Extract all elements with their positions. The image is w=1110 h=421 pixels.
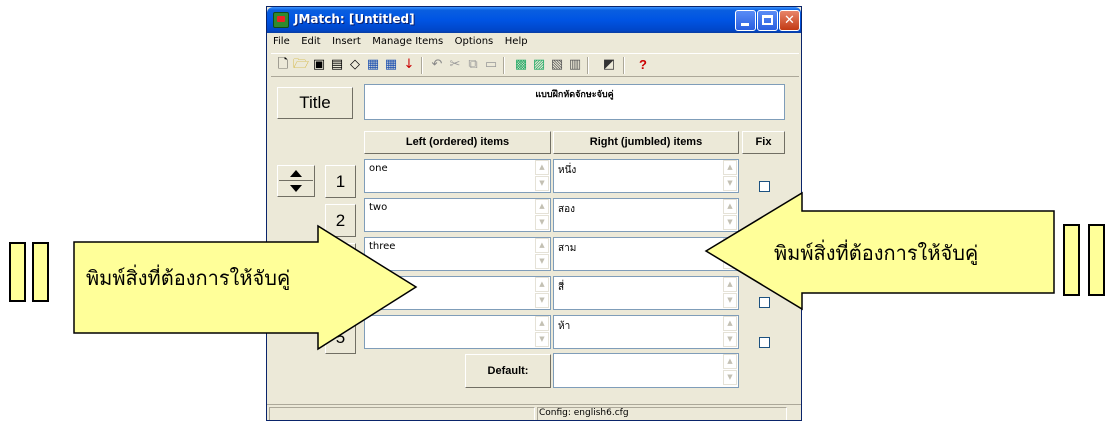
- window-title: JMatch: [Untitled]: [294, 12, 415, 26]
- right-item-field[interactable]: หนึ่ง ▲ ▼: [553, 159, 739, 193]
- field-scrollbar[interactable]: ▲▼: [534, 238, 550, 270]
- open-folder-icon[interactable]: 🗁: [293, 57, 309, 73]
- field-scrollbar[interactable]: ▲▼: [722, 354, 738, 386]
- cut-icon[interactable]: ✂: [447, 57, 463, 73]
- save-icon[interactable]: ▣: [311, 57, 327, 73]
- menu-help[interactable]: Help: [501, 34, 532, 47]
- toolbar-separator: [623, 57, 625, 74]
- right-item-text: สาม: [558, 243, 577, 254]
- item-scroll-control[interactable]: [277, 165, 315, 197]
- right-item-text: สอง: [558, 204, 575, 215]
- row-number-1[interactable]: 1: [325, 165, 356, 198]
- menu-insert[interactable]: Insert: [328, 34, 365, 47]
- move-down-icon[interactable]: ↓: [401, 57, 417, 73]
- eraser-icon[interactable]: ◇: [347, 57, 363, 73]
- right-item-text: หนึ่ง: [558, 165, 577, 176]
- field-scrollbar[interactable]: ▲▼: [534, 199, 550, 231]
- menu-file[interactable]: File: [267, 34, 294, 47]
- decorative-bar: [1063, 224, 1080, 296]
- scroll-up-icon[interactable]: [290, 170, 302, 177]
- field-scrollbar[interactable]: ▲▼: [534, 277, 550, 309]
- left-item-field[interactable]: one ▲ ▼: [364, 159, 551, 193]
- menu-bar: File Edit Insert Manage Items Options He…: [267, 34, 801, 52]
- minimize-button[interactable]: [735, 10, 756, 31]
- default-label[interactable]: Default:: [465, 354, 551, 388]
- left-callout-arrow: พิมพ์สิ่งที่ต้องการให้จับคู่: [72, 224, 420, 354]
- app-icon: [273, 12, 289, 28]
- toolbar-separator: [421, 57, 423, 74]
- fix-checkbox[interactable]: [759, 337, 770, 348]
- field-scrollbar[interactable]: ▲▼: [534, 160, 550, 192]
- minimize-icon: [741, 23, 749, 26]
- right-callout-arrow: พิมพ์สิ่งที่ต้องการให้จับคู่: [704, 191, 1068, 311]
- decorative-bar: [9, 242, 26, 302]
- toolbar: 🗋 🗁 ▣ ▤ ◇ ▦ ▦ ↓ ↶ ✂ ⧉ ▭ ▩ ▨ ▧ ▥ ◩ ?: [271, 53, 799, 77]
- maximize-icon: [762, 15, 773, 25]
- fix-header: Fix: [742, 131, 785, 154]
- field-scrollbar[interactable]: ▲▼: [534, 316, 550, 348]
- paste-icon[interactable]: ▭: [483, 57, 499, 73]
- export-file-icon[interactable]: ▨: [531, 57, 547, 73]
- toolbar-separator: [587, 57, 589, 74]
- menu-manage-items[interactable]: Manage Items: [368, 34, 447, 47]
- config-icon[interactable]: ◩: [601, 57, 617, 73]
- left-items-header: Left (ordered) items: [364, 131, 551, 154]
- copy-icon[interactable]: ⧉: [465, 57, 481, 73]
- title-bar[interactable]: JMatch: [Untitled] ✕: [267, 7, 801, 33]
- add-items-icon[interactable]: ▦: [365, 57, 381, 73]
- right-items-header: Right (jumbled) items: [553, 131, 739, 154]
- save-as-icon[interactable]: ▤: [329, 57, 345, 73]
- scroll-down-icon[interactable]: [290, 185, 302, 192]
- field-scrollbar[interactable]: ▲▼: [722, 160, 738, 192]
- config-status: Config: english6.cfg: [539, 408, 629, 418]
- decorative-bar: [1088, 224, 1105, 296]
- title-button[interactable]: Title: [277, 87, 353, 119]
- right-item-text: สี่: [558, 282, 565, 293]
- toolbar-separator: [503, 57, 505, 74]
- export-web-icon[interactable]: ▩: [513, 57, 529, 73]
- new-file-icon[interactable]: 🗋: [275, 57, 291, 73]
- maximize-button[interactable]: [757, 10, 778, 31]
- menu-options[interactable]: Options: [451, 34, 498, 47]
- status-bar: Config: english6.cfg: [267, 404, 801, 420]
- field-scrollbar[interactable]: ▲▼: [722, 316, 738, 348]
- right-item-field[interactable]: ห้า ▲ ▼: [553, 315, 739, 349]
- left-item-text: one: [369, 163, 388, 174]
- close-button[interactable]: ✕: [779, 10, 800, 31]
- title-input[interactable]: แบบฝึกหัดจักษะจับคู่: [364, 84, 785, 120]
- left-callout-text: พิมพ์สิ่งที่ต้องการให้จับคู่: [86, 266, 291, 290]
- default-input[interactable]: ▲ ▼: [553, 353, 739, 388]
- export-alt-icon[interactable]: ▥: [567, 57, 583, 73]
- status-pane: [269, 407, 535, 420]
- right-callout-text: พิมพ์สิ่งที่ต้องการให้จับคู่: [774, 241, 979, 265]
- help-icon[interactable]: ?: [635, 57, 651, 73]
- divider: [279, 180, 313, 181]
- undo-icon[interactable]: ↶: [429, 57, 445, 73]
- left-item-text: two: [369, 202, 388, 213]
- delete-items-icon[interactable]: ▦: [383, 57, 399, 73]
- export-drag-icon[interactable]: ▧: [549, 57, 565, 73]
- menu-edit[interactable]: Edit: [297, 34, 324, 47]
- right-item-text: ห้า: [558, 321, 571, 332]
- decorative-bar: [32, 242, 49, 302]
